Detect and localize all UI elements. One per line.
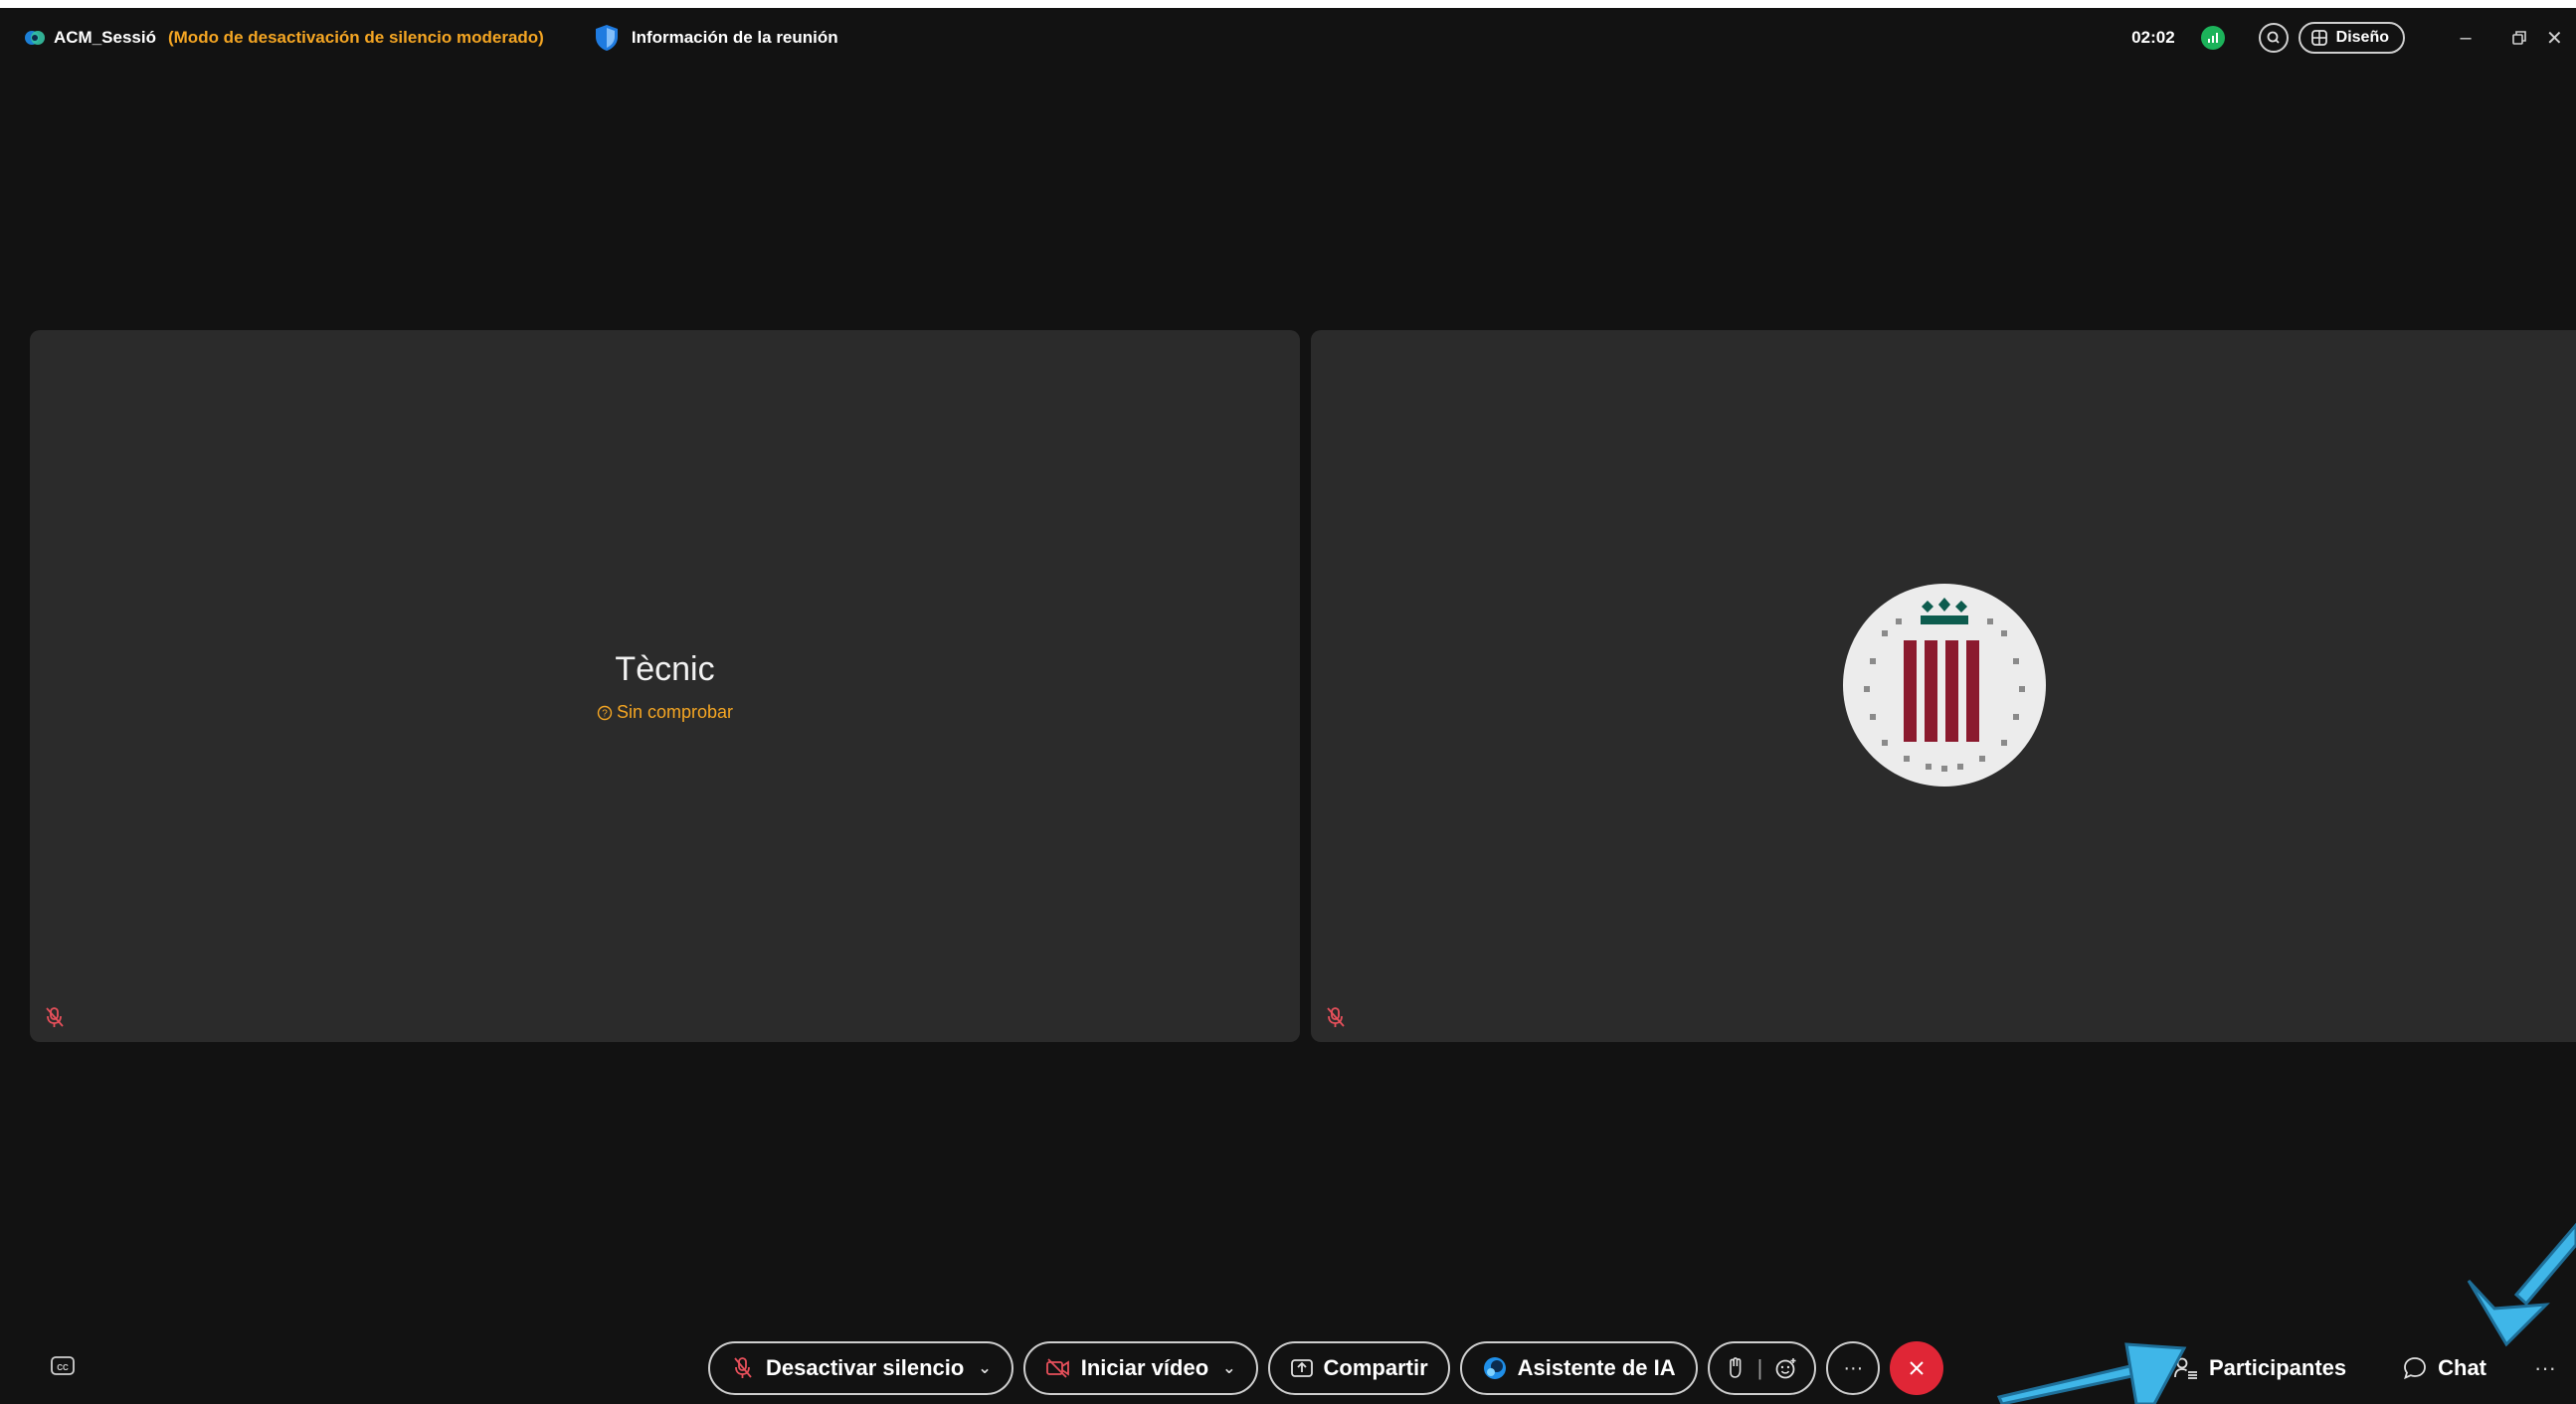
title-bar: ACM_Sessió (Modo de desactivación de sil… bbox=[0, 8, 2576, 68]
muted-mic-icon bbox=[46, 1007, 64, 1027]
shield-icon bbox=[595, 25, 618, 51]
search-icon bbox=[2267, 31, 2280, 44]
meeting-controls: Desactivar silencio ⌄ Iniciar vídeo ⌄ Co… bbox=[708, 1340, 1944, 1396]
minimize-button[interactable]: – bbox=[2439, 18, 2492, 58]
grid-layout-icon bbox=[2310, 30, 2327, 46]
meeting-window: ACM_Sessió (Modo de desactivación de sil… bbox=[0, 0, 2576, 1404]
meeting-name: ACM_Sessió bbox=[54, 28, 156, 47]
title-left: ACM_Sessió (Modo de desactivación de sil… bbox=[0, 24, 838, 52]
meeting-info-button[interactable]: Información de la reunión bbox=[594, 24, 838, 52]
restore-icon bbox=[2512, 31, 2526, 45]
close-icon: ✕ bbox=[2546, 27, 2563, 50]
participants-button[interactable]: Participantes bbox=[2173, 1355, 2346, 1381]
ai-assistant-button[interactable]: Asistente de IA bbox=[1459, 1341, 1698, 1395]
chat-label: Chat bbox=[2438, 1355, 2487, 1380]
more-options-label: ··· bbox=[1843, 1356, 1864, 1379]
layout-label: Diseño bbox=[2335, 29, 2389, 46]
restore-button[interactable] bbox=[2492, 18, 2546, 58]
webex-logo-icon bbox=[25, 31, 45, 45]
raise-hand-icon bbox=[1729, 1357, 1742, 1378]
participants-icon bbox=[2174, 1357, 2197, 1379]
video-tile-self[interactable] bbox=[1311, 330, 2576, 1042]
share-screen-icon bbox=[1290, 1359, 1313, 1377]
search-button[interactable] bbox=[2258, 23, 2289, 53]
close-window-button[interactable]: ✕ bbox=[2546, 18, 2576, 58]
divider: | bbox=[1756, 1355, 1763, 1380]
annotation-arrow-chat bbox=[2467, 1222, 2576, 1347]
ai-assistant-label: Asistente de IA bbox=[1517, 1355, 1676, 1380]
muted-mic-icon bbox=[1327, 1007, 1345, 1027]
window-top-border bbox=[0, 0, 2576, 8]
emoji-reaction-icon bbox=[1775, 1358, 1796, 1379]
layout-button[interactable]: Diseño bbox=[2298, 22, 2405, 54]
share-button[interactable]: Compartir bbox=[1267, 1341, 1450, 1395]
more-panels-button[interactable]: ··· bbox=[2534, 1355, 2556, 1381]
verification-status-label: Sin comprobar bbox=[616, 702, 734, 722]
participant-name: Tècnic bbox=[615, 650, 715, 688]
share-label: Compartir bbox=[1323, 1355, 1428, 1380]
start-video-label: Iniciar vídeo bbox=[1080, 1355, 1209, 1380]
annotation-arrow-participants bbox=[1996, 1342, 2187, 1404]
chat-icon bbox=[2404, 1357, 2427, 1380]
verification-status: ? Sin comprobar bbox=[30, 702, 1300, 723]
signal-bars-icon bbox=[2207, 33, 2218, 43]
elapsed-time: 02:02 bbox=[2131, 28, 2175, 47]
leave-meeting-button[interactable] bbox=[1890, 1341, 1944, 1395]
avatar bbox=[1843, 584, 2046, 787]
chevron-down-icon[interactable]: ⌄ bbox=[1222, 1358, 1235, 1378]
meeting-info-label: Información de la reunión bbox=[631, 28, 838, 47]
chat-button[interactable]: Chat bbox=[2402, 1355, 2486, 1381]
ai-assistant-icon bbox=[1483, 1357, 1506, 1379]
signal-icon[interactable] bbox=[2200, 26, 2225, 50]
title-right: 02:02 Diseño – ✕ bbox=[2131, 8, 2576, 68]
crown-icon bbox=[1921, 598, 1968, 624]
muted-mic-icon bbox=[734, 1357, 752, 1378]
unmute-label: Desactivar silencio bbox=[766, 1355, 965, 1380]
reactions-button[interactable]: | bbox=[1707, 1341, 1817, 1395]
close-icon bbox=[1910, 1361, 1925, 1375]
minimize-icon: – bbox=[2460, 26, 2472, 49]
chevron-down-icon[interactable]: ⌄ bbox=[978, 1358, 991, 1378]
participants-label: Participantes bbox=[2208, 1355, 2347, 1380]
svg-text:CC: CC bbox=[57, 1363, 69, 1372]
help-circle-icon: ? bbox=[597, 705, 613, 720]
more-options-button[interactable]: ··· bbox=[1826, 1341, 1881, 1395]
video-tile-participant[interactable]: Tècnic ? Sin comprobar bbox=[30, 330, 1300, 1042]
start-video-button[interactable]: Iniciar vídeo ⌄ bbox=[1022, 1341, 1258, 1395]
video-off-icon bbox=[1045, 1358, 1069, 1378]
panel-buttons: Participantes Chat ··· bbox=[2173, 1340, 2576, 1396]
svg-text:?: ? bbox=[602, 708, 608, 719]
captions-icon[interactable]: CC bbox=[50, 1354, 78, 1378]
moderated-mode-label: (Modo de desactivación de silencio moder… bbox=[167, 28, 544, 47]
unmute-button[interactable]: Desactivar silencio ⌄ bbox=[708, 1341, 1013, 1395]
